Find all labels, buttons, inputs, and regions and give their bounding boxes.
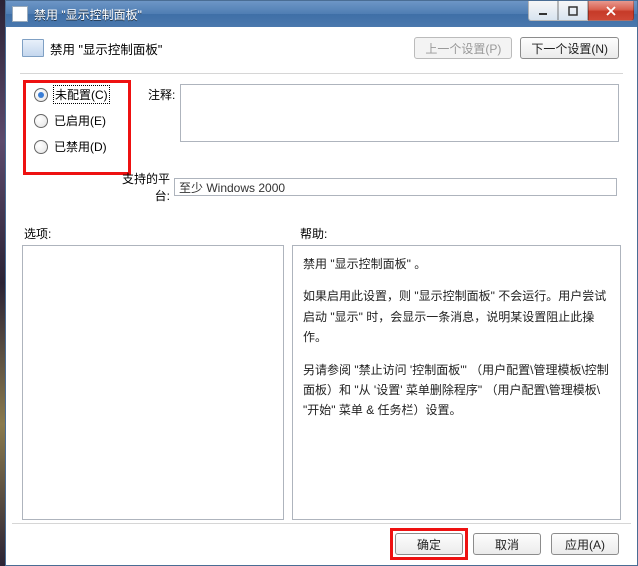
apply-button[interactable]: 应用(A) xyxy=(551,533,619,555)
radio-label: 未配置(C) xyxy=(54,86,109,103)
ok-highlight-wrap: 确定 xyxy=(395,533,463,555)
comment-textarea[interactable] xyxy=(180,84,619,142)
options-pane[interactable] xyxy=(22,245,284,520)
header-row: 禁用 "显示控制面板" 上一个设置(P) 下一个设置(N) xyxy=(12,27,631,69)
minimize-button[interactable] xyxy=(528,1,558,21)
radio-enabled[interactable]: 已启用(E) xyxy=(34,112,109,129)
radio-disabled[interactable]: 已禁用(D) xyxy=(34,138,109,155)
window-title: 禁用 "显示控制面板" xyxy=(34,6,528,23)
policy-icon xyxy=(22,39,44,57)
config-row: 未配置(C) 已启用(E) 已禁用(D) 注释: xyxy=(20,80,623,168)
help-paragraph: 如果启用此设置，则 "显示控制面板" 不会运行。用户尝试启动 "显示" 时，会显… xyxy=(303,286,610,347)
dialog-footer: 确定 取消 应用(A) xyxy=(12,523,631,564)
maximize-button[interactable] xyxy=(558,1,588,21)
titlebar[interactable]: 禁用 "显示控制面板" xyxy=(6,1,637,27)
platform-label: 支持的平台: xyxy=(108,170,170,204)
options-heading: 选项: xyxy=(24,225,51,242)
radio-not-configured[interactable]: 未配置(C) xyxy=(34,86,109,103)
platform-field xyxy=(174,178,617,196)
divider xyxy=(20,73,623,74)
help-paragraph: 另请参阅 "禁止访问 '控制面板'" （用户配置\管理模板\控制面板）和 "从 … xyxy=(303,360,610,421)
help-pane[interactable]: 禁用 "显示控制面板" 。 如果启用此设置，则 "显示控制面板" 不会运行。用户… xyxy=(292,245,621,520)
next-setting-button[interactable]: 下一个设置(N) xyxy=(520,37,619,59)
window-controls xyxy=(528,1,634,21)
help-heading: 帮助: xyxy=(300,225,327,242)
comment-label: 注释: xyxy=(148,86,175,103)
radio-label: 已禁用(D) xyxy=(54,138,107,155)
cancel-button[interactable]: 取消 xyxy=(473,533,541,555)
prev-setting-button[interactable]: 上一个设置(P) xyxy=(414,37,512,59)
client-area: 禁用 "显示控制面板" 上一个设置(P) 下一个设置(N) 未配置(C) 已启用… xyxy=(12,27,631,564)
app-icon xyxy=(12,6,28,22)
group-policy-setting-window: 禁用 "显示控制面板" 禁用 "显示控制面板" 上一个设置(P) 下一个设置(N… xyxy=(5,0,638,566)
radio-dot-icon xyxy=(34,114,48,128)
radio-dot-icon xyxy=(34,140,48,154)
radio-label: 已启用(E) xyxy=(54,112,106,129)
platform-row: 支持的平台: xyxy=(108,177,617,197)
policy-title: 禁用 "显示控制面板" xyxy=(50,39,162,58)
state-radio-group: 未配置(C) 已启用(E) 已禁用(D) xyxy=(34,86,109,155)
ok-button[interactable]: 确定 xyxy=(395,533,463,555)
close-button[interactable] xyxy=(588,1,634,21)
panes: 禁用 "显示控制面板" 。 如果启用此设置，则 "显示控制面板" 不会运行。用户… xyxy=(22,245,621,520)
column-headings: 选项: 帮助: xyxy=(24,225,617,241)
radio-dot-icon xyxy=(34,88,48,102)
help-paragraph: 禁用 "显示控制面板" 。 xyxy=(303,254,610,274)
nav-buttons: 上一个设置(P) 下一个设置(N) xyxy=(414,37,619,59)
